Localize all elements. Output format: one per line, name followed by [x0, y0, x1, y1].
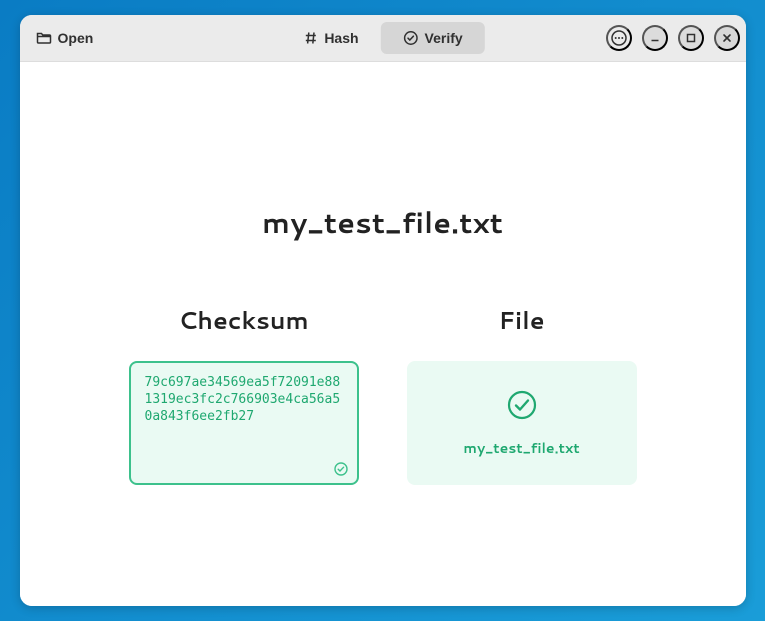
- checksum-input-box[interactable]: 79c697ae34569ea5f72091e881319ec3fc2c7669…: [129, 361, 359, 485]
- more-horizontal-icon: [610, 29, 628, 47]
- mode-tab-switcher: Hash Verify: [280, 22, 484, 54]
- hash-icon: [302, 30, 318, 46]
- app-window: Open Hash Verify: [20, 15, 746, 606]
- checksum-panel: Checksum 79c697ae34569ea5f72091e881319ec…: [129, 303, 359, 485]
- open-file-button[interactable]: Open: [26, 24, 104, 52]
- file-name-label: my_test_file.txt: [463, 438, 579, 458]
- maximize-icon: [685, 32, 697, 44]
- tab-hash[interactable]: Hash: [280, 22, 380, 54]
- menu-button[interactable]: [606, 25, 632, 51]
- header-right-group: [606, 25, 740, 51]
- close-icon: [721, 32, 733, 44]
- maximize-button[interactable]: [678, 25, 704, 51]
- checksum-value: 79c697ae34569ea5f72091e881319ec3fc2c7669…: [145, 375, 343, 426]
- tab-hash-label: Hash: [324, 30, 358, 46]
- tab-verify[interactable]: Verify: [381, 22, 485, 54]
- minimize-icon: [649, 32, 661, 44]
- checksum-valid-icon: [333, 461, 349, 477]
- page-title: my_test_file.txt: [20, 202, 746, 243]
- panel-row: Checksum 79c697ae34569ea5f72091e881319ec…: [20, 303, 746, 485]
- checksum-heading: Checksum: [129, 303, 359, 337]
- open-file-label: Open: [58, 30, 94, 46]
- tab-verify-label: Verify: [425, 30, 463, 46]
- file-verified-icon: [505, 388, 539, 422]
- verify-check-icon: [403, 30, 419, 46]
- minimize-button[interactable]: [642, 25, 668, 51]
- close-button[interactable]: [714, 25, 740, 51]
- headerbar: Open Hash Verify: [20, 15, 746, 62]
- file-panel: File my_test_file.txt: [407, 303, 637, 485]
- file-heading: File: [407, 303, 637, 337]
- file-drop-box[interactable]: my_test_file.txt: [407, 361, 637, 485]
- header-left-group: Open: [26, 24, 104, 52]
- folder-open-icon: [36, 30, 52, 46]
- main-content: my_test_file.txt Checksum 79c697ae34569e…: [20, 62, 746, 606]
